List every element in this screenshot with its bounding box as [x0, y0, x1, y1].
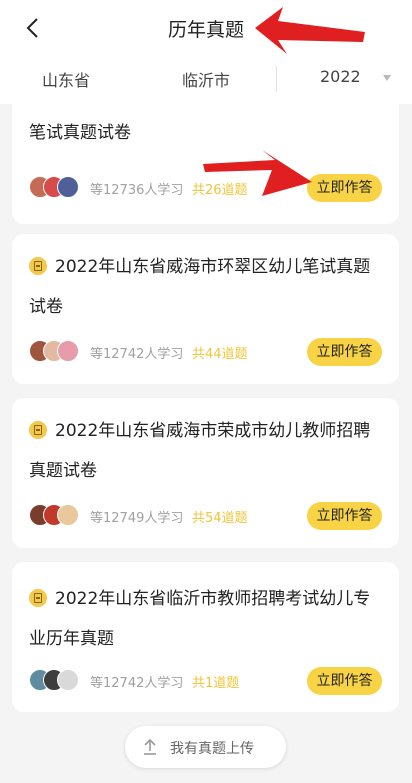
upload-arrow-icon [144, 738, 156, 755]
learner-avatars [29, 340, 85, 364]
answer-now-button[interactable]: 立即作答 [307, 502, 382, 530]
upload-label: 我有真题上传 [170, 741, 254, 757]
learner-avatars [29, 176, 85, 200]
document-icon [29, 589, 47, 607]
learner-count: 等12736人学习 [90, 183, 184, 198]
paper-card[interactable]: 2022年山东省临沂市教师招聘考试幼儿专业历年真题 等12742人学习 共1道题… [12, 562, 399, 712]
avatar [57, 340, 79, 362]
upload-paper-button[interactable]: 我有真题上传 [125, 726, 286, 768]
learner-avatars [29, 669, 85, 693]
province-filter[interactable]: 山东省 [42, 67, 90, 91]
filter-bar: 山东省 临沂市 2022 [0, 56, 412, 104]
avatar [57, 669, 79, 691]
question-count: 共54道题 [192, 511, 248, 526]
paper-card[interactable]: 2022年山东省威海市环翠区幼儿笔试真题试卷 等12742人学习 共44道题 立… [12, 234, 399, 384]
document-icon [29, 421, 47, 439]
learner-count: 等12742人学习 [90, 676, 184, 691]
learner-avatars [29, 504, 85, 528]
avatar [57, 504, 79, 526]
learner-count: 等12742人学习 [90, 347, 184, 362]
question-count: 共26道题 [192, 183, 248, 198]
filter-divider [276, 66, 277, 92]
paper-title: 笔试真题试卷 [29, 113, 385, 153]
paper-title-text: 笔试真题试卷 [29, 123, 131, 143]
page-title: 历年真题 [167, 19, 244, 41]
city-filter[interactable]: 临沂市 [182, 67, 230, 91]
document-icon [29, 257, 47, 275]
paper-title: 2022年山东省威海市环翠区幼儿笔试真题试卷 [29, 247, 385, 327]
header-bar: 历年真题 [0, 0, 412, 56]
paper-title: 2022年山东省威海市荣成市幼儿教师招聘真题试卷 [29, 411, 385, 491]
paper-title-text: 2022年山东省威海市荣成市幼儿教师招聘真题试卷 [29, 421, 371, 481]
question-count: 共44道题 [192, 347, 248, 362]
answer-now-button[interactable]: 立即作答 [307, 174, 382, 202]
question-count: 共1道题 [192, 676, 240, 691]
answer-now-button[interactable]: 立即作答 [307, 338, 382, 366]
paper-title: 2022年山东省临沂市教师招聘考试幼儿专业历年真题 [29, 579, 385, 659]
paper-card[interactable]: 笔试真题试卷 等12736人学习 共26道题 立即作答 [12, 104, 399, 224]
year-filter[interactable]: 2022 [320, 67, 361, 86]
paper-list[interactable]: 笔试真题试卷 等12736人学习 共26道题 立即作答 2022年山东省威海市环… [0, 104, 412, 783]
paper-card[interactable]: 2022年山东省威海市荣成市幼儿教师招聘真题试卷 等12749人学习 共54道题… [12, 398, 399, 548]
learner-count: 等12749人学习 [90, 511, 184, 526]
paper-title-text: 2022年山东省临沂市教师招聘考试幼儿专业历年真题 [29, 589, 371, 649]
avatar [57, 176, 79, 198]
dropdown-caret-icon[interactable] [383, 75, 391, 81]
answer-now-button[interactable]: 立即作答 [307, 667, 382, 695]
paper-title-text: 2022年山东省威海市环翠区幼儿笔试真题试卷 [29, 257, 371, 317]
